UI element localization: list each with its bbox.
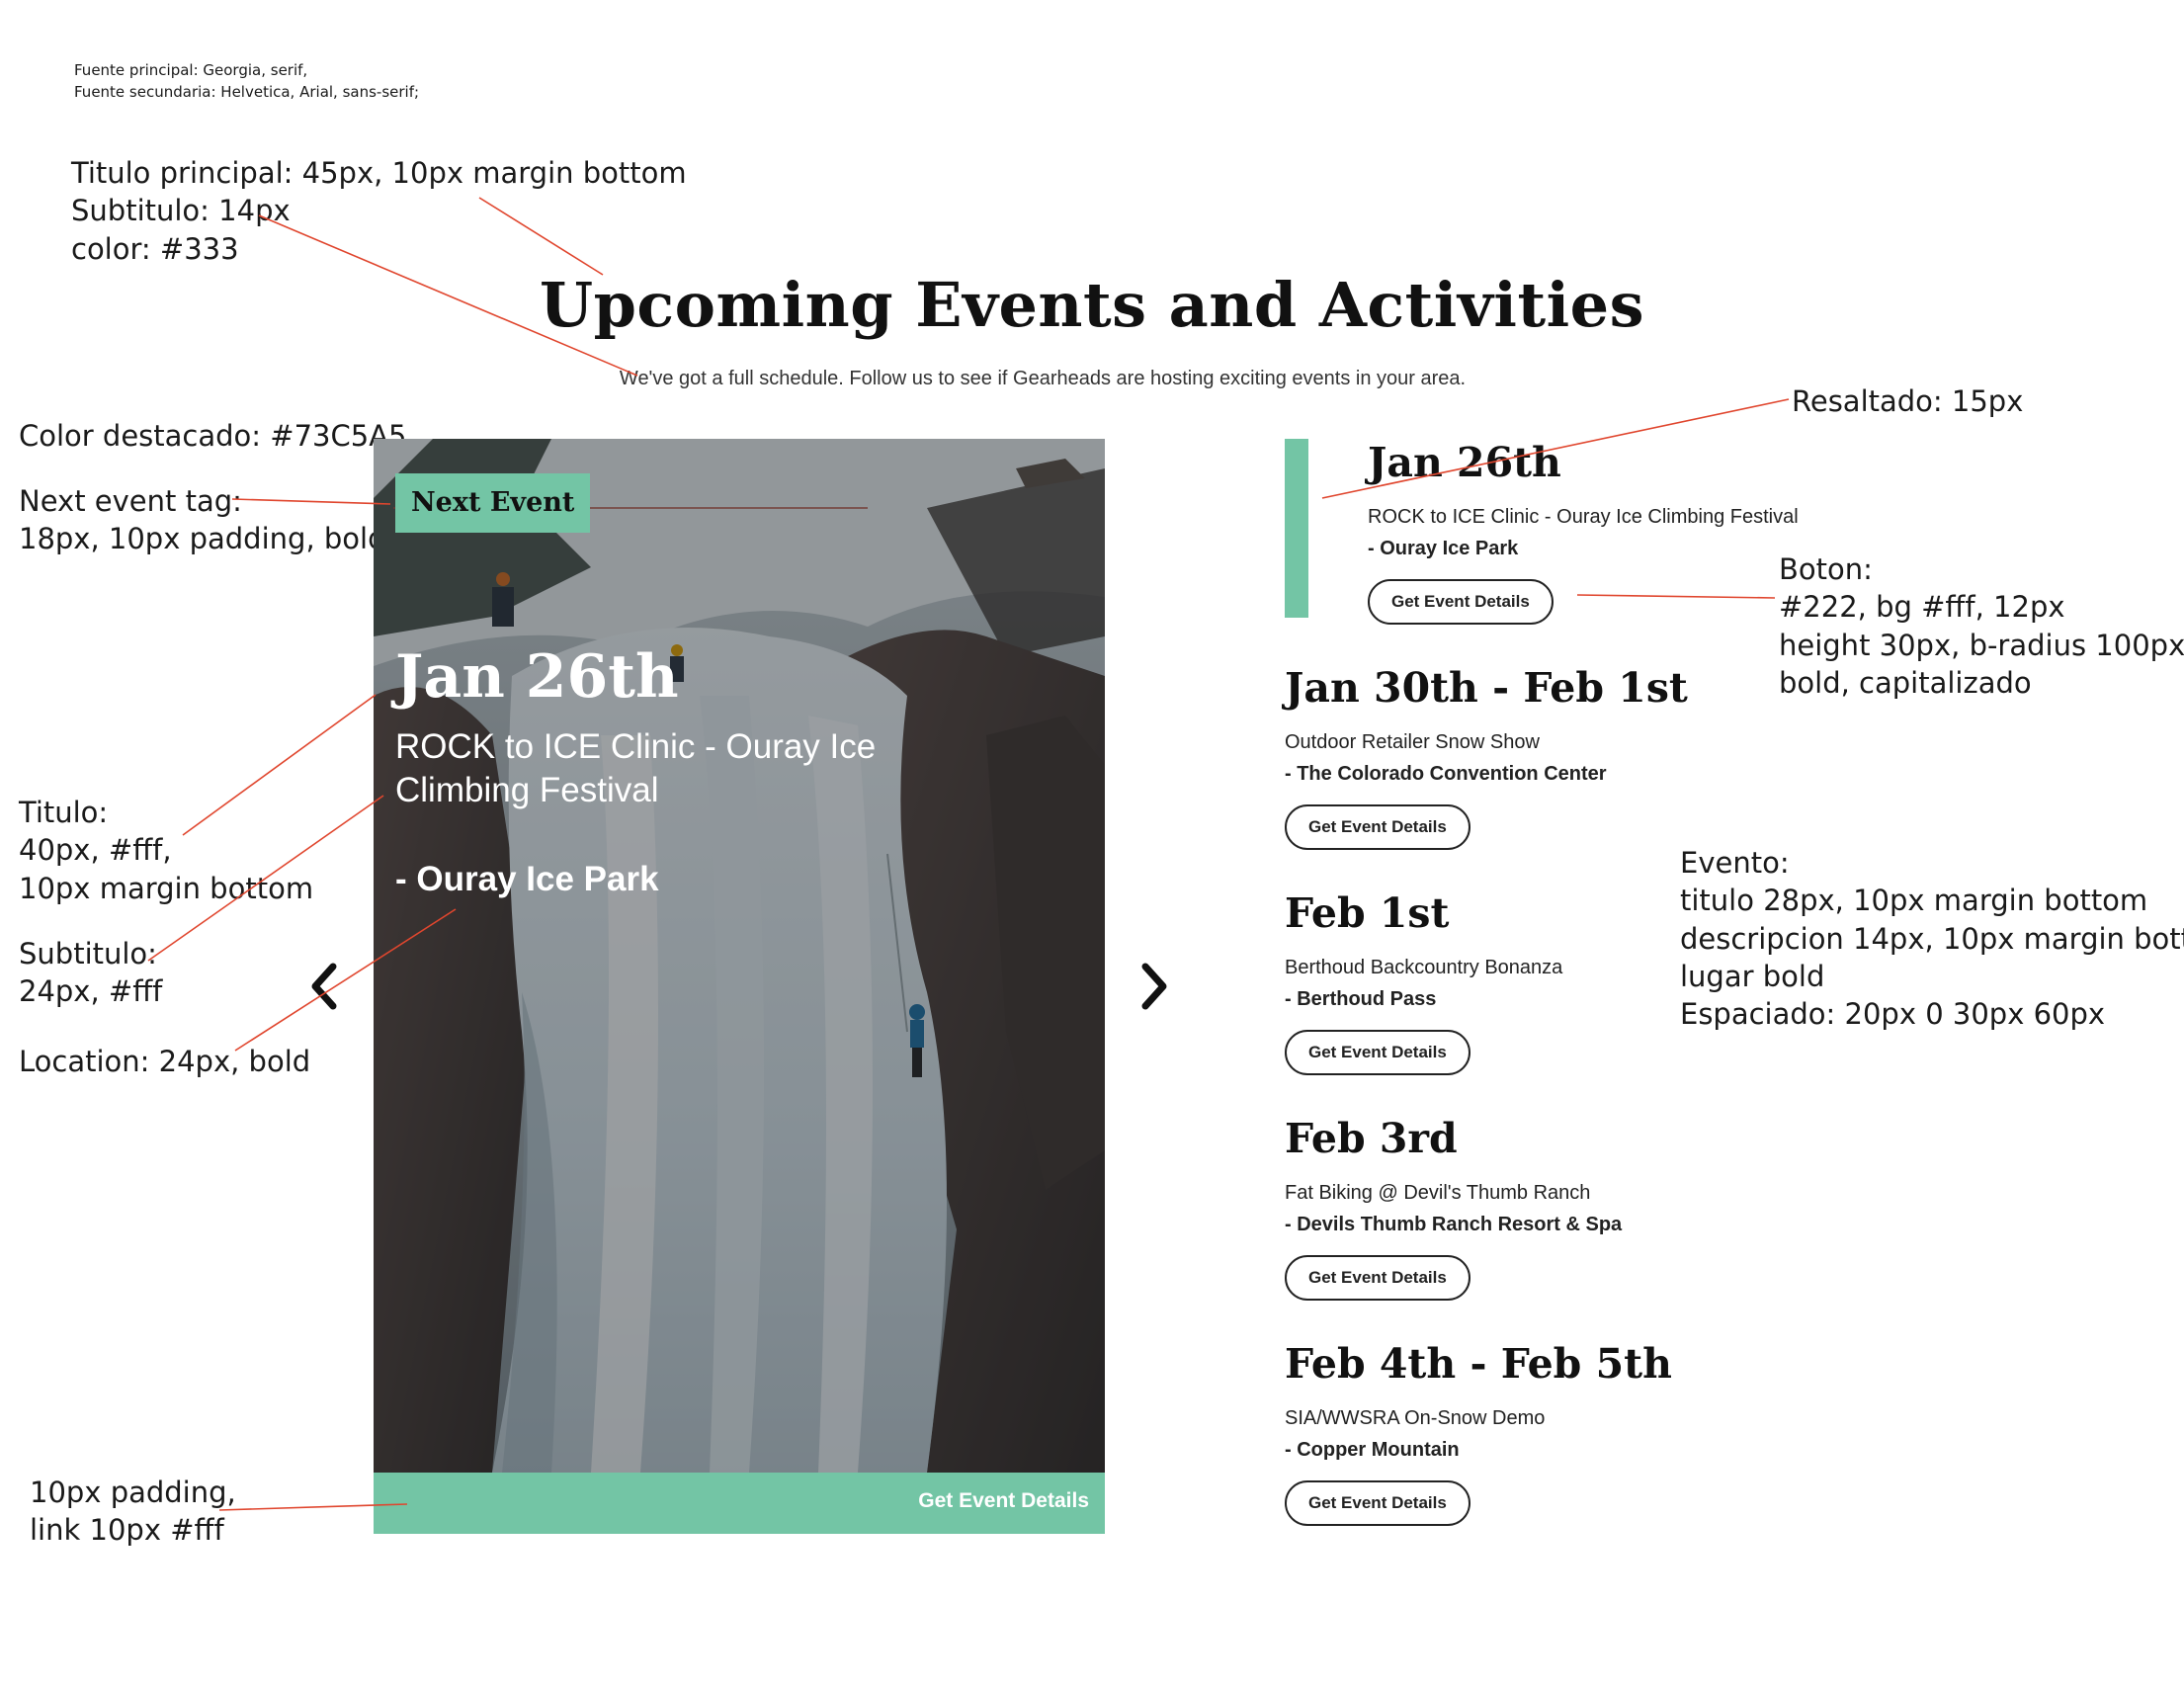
hero-title-line-2: 40px, #fff, [19,833,172,868]
event-spec-line-4: lugar bold [1680,959,1825,993]
event-item: Jan 30th - Feb 1st Outdoor Retailer Snow… [1285,664,1688,850]
event-location: - Copper Mountain [1285,1439,1460,1461]
hero-title-line-1: Titulo: [19,796,109,829]
next-tag-line-2: 18px, 10px padding, bold [19,522,386,556]
event-spec-line-3: descripcion 14px, 10px margin bottom [1680,921,2184,956]
featured-event-date: Jan 26th [395,642,679,712]
event-date: Jan 26th [1368,439,1561,486]
event-location: - Ouray Ice Park [1368,538,1519,559]
footer-line-2: link 10px #fff [30,1513,224,1548]
event-item: Feb 4th - Feb 5th SIA/WWSRA On-Snow Demo… [1285,1340,1672,1526]
hero-subtitle-line-1: Subtitulo: [19,937,157,971]
primary-font-note: Fuente principal: Georgia, serif, [74,61,308,79]
highlight-bar [1285,439,1308,618]
event-description: Outdoor Retailer Snow Show [1285,731,1540,753]
title-spec-line: Titulo principal: 45px, 10px margin bott… [71,156,687,190]
button-spec-line-3: height 30px, b-radius 100px, [1779,628,2184,662]
hero-subtitle-note: Subtitulo: 24px, #fff [19,935,162,1011]
get-event-details-button[interactable]: Get Event Details [1285,1480,1470,1526]
hero-subtitle-line-2: 24px, #fff [19,974,163,1009]
event-date: Feb 3rd [1285,1115,1458,1162]
carousel-prev-button[interactable] [304,959,344,1018]
page-title: Upcoming Events and Activities [540,269,1644,341]
next-tag-note: Next event tag: 18px, 10px padding, bold [19,482,386,558]
event-date: Feb 4th - Feb 5th [1285,1340,1672,1388]
footer-note: 10px padding, link 10px #fff [30,1474,236,1550]
button-spec-line-4: bold, capitalizado [1779,665,2032,700]
event-item: Feb 3rd Fat Biking @ Devil's Thumb Ranch… [1285,1115,1622,1301]
event-location: - Berthoud Pass [1285,988,1437,1010]
event-location: - The Colorado Convention Center [1285,763,1607,785]
featured-event-card: Next Event Jan 26th ROCK to ICE Clinic -… [374,439,1105,1534]
get-event-details-button[interactable]: Get Event Details [1285,804,1470,850]
hero-title-line-3: 10px margin bottom [19,871,314,905]
event-description: ROCK to ICE Clinic - Ouray Ice Climbing … [1368,506,1799,528]
carousel-next-button[interactable] [1134,959,1174,1018]
featured-event-footer: Get Event Details [374,1473,1105,1534]
event-description: Berthoud Backcountry Bonanza [1285,957,1563,978]
hero-title-note: Titulo: 40px, #fff, 10px margin bottom [19,794,313,907]
event-item: Feb 1st Berthoud Backcountry Bonanza - B… [1285,889,1562,1075]
accent-color-note: Color destacado: #73C5A5 [19,417,406,455]
button-spec-note: Boton: #222, bg #fff, 12px height 30px, … [1779,550,2184,702]
chevron-right-icon [1139,963,1169,1015]
event-description: Fat Biking @ Devil's Thumb Ranch [1285,1182,1591,1204]
featured-event-description: ROCK to ICE Clinic - Ouray Ice Climbing … [395,727,877,809]
title-spec-note: Titulo principal: 45px, 10px margin bott… [71,154,687,268]
get-event-details-button[interactable]: Get Event Details [1368,579,1554,625]
event-spec-line-1: Evento: [1680,846,1790,880]
next-event-tag: Next Event [395,473,591,533]
get-event-details-button[interactable]: Get Event Details [1285,1255,1470,1301]
location-note: Location: 24px, bold [19,1043,310,1080]
color-spec-line: color: #333 [71,231,239,266]
event-description: SIA/WWSRA On-Snow Demo [1285,1407,1546,1429]
event-date: Jan 30th - Feb 1st [1285,664,1688,712]
location-line: Location: 24px, bold [19,1045,311,1078]
event-date: Feb 1st [1285,889,1450,937]
get-event-details-button[interactable]: Get Event Details [1285,1030,1470,1075]
event-spec-line-5: Espaciado: 20px 0 30px 60px [1680,997,2106,1032]
accent-color-line: Color destacado: #73C5A5 [19,419,407,453]
button-spec-line-1: Boton: [1779,552,1873,586]
event-spec-line-2: titulo 28px, 10px margin bottom [1680,884,2148,918]
event-item: Jan 26th ROCK to ICE Clinic - Ouray Ice … [1285,439,1799,625]
ice-climbing-photo [374,439,1105,1473]
button-spec-line-2: #222, bg #fff, 12px [1779,590,2065,625]
featured-event-details-link[interactable]: Get Event Details [918,1489,1089,1513]
event-spec-note: Evento: titulo 28px, 10px margin bottom … [1680,844,2184,1033]
next-tag-line-1: Next event tag: [19,484,242,518]
font-spec-note: Fuente principal: Georgia, serif, Fuente… [74,60,419,104]
featured-event-location: - Ouray Ice Park [395,860,659,898]
subtitle-spec-line: Subtitulo: 14px [71,194,291,228]
event-location: - Devils Thumb Ranch Resort & Spa [1285,1214,1623,1235]
page-subtitle: We've got a full schedule. Follow us to … [619,368,1467,389]
chevron-left-icon [309,963,339,1015]
secondary-font-note: Fuente secundaria: Helvetica, Arial, san… [74,82,420,101]
footer-line-1: 10px padding, [30,1476,236,1509]
